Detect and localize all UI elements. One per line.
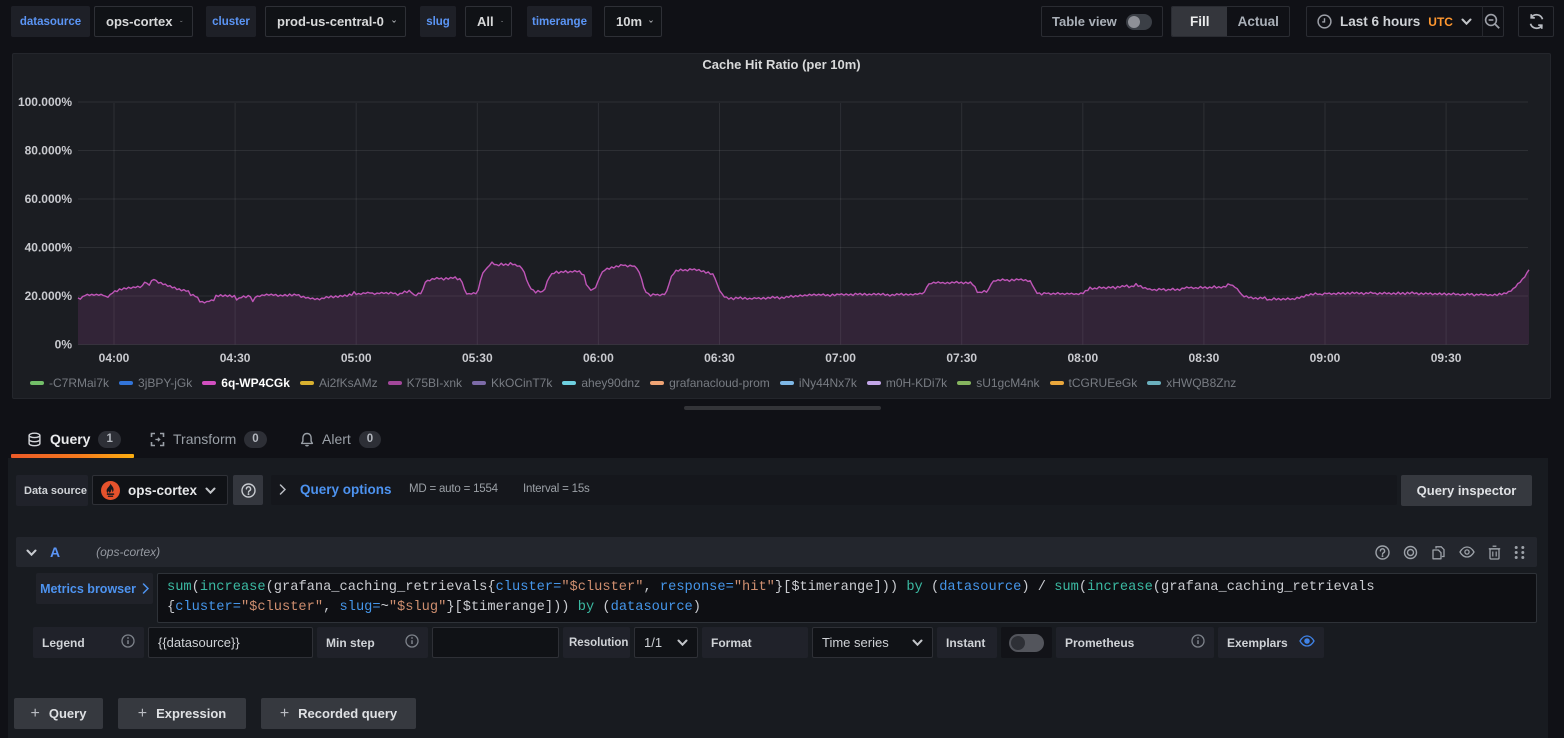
svg-text:09:30: 09:30	[1431, 351, 1462, 365]
svg-text:40.000%: 40.000%	[25, 241, 73, 255]
svg-text:60.000%: 60.000%	[25, 192, 73, 206]
svg-text:08:30: 08:30	[1189, 351, 1220, 365]
svg-text:05:00: 05:00	[341, 351, 372, 365]
svg-text:05:30: 05:30	[462, 351, 493, 365]
svg-text:06:00: 06:00	[583, 351, 614, 365]
svg-text:04:30: 04:30	[220, 351, 251, 365]
svg-text:20.000%: 20.000%	[25, 289, 73, 303]
svg-text:09:00: 09:00	[1310, 351, 1341, 365]
svg-text:04:00: 04:00	[99, 351, 130, 365]
svg-text:0%: 0%	[55, 338, 73, 352]
svg-text:08:00: 08:00	[1067, 351, 1098, 365]
svg-text:80.000%: 80.000%	[25, 144, 73, 158]
svg-text:100.000%: 100.000%	[18, 95, 72, 109]
svg-text:07:00: 07:00	[825, 351, 856, 365]
svg-text:06:30: 06:30	[704, 351, 735, 365]
svg-text:07:30: 07:30	[946, 351, 977, 365]
